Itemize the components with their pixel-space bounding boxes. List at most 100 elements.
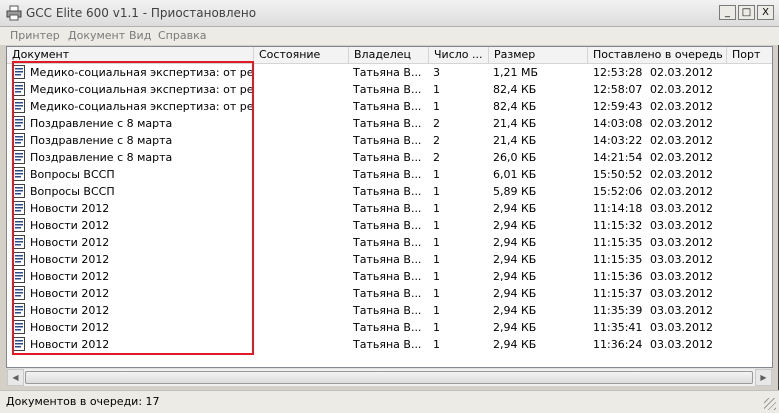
cell-owner: Татьяна В...	[353, 83, 422, 96]
cell-document: Новости 2012	[30, 287, 110, 300]
cell-document: Новости 2012	[30, 321, 110, 334]
cell-time: 11:15:36	[593, 270, 643, 283]
document-icon	[13, 218, 25, 232]
close-button[interactable]: X	[757, 5, 774, 20]
cell-date: 03.03.2012	[650, 287, 713, 300]
menu-bar: Принтер Документ Вид Справка	[0, 27, 779, 45]
table-row[interactable]: Вопросы ВССП Татьяна В... 1 6,01 КБ 15:50:52…	[7, 166, 772, 183]
cell-time: 14:03:08	[593, 117, 643, 130]
cell-size: 21,4 КБ	[493, 117, 537, 130]
table-row[interactable]: Медико-социальная экспертиза: от реф... Т…	[7, 81, 772, 98]
column-header-status[interactable]: Состояние	[254, 47, 349, 63]
cell-date: 02.03.2012	[650, 185, 713, 198]
table-row[interactable]: Новости 2012 Татьяна В... 1 2,94 КБ 11:15:32…	[7, 217, 772, 234]
table-row[interactable]: Поздравление с 8 марта Татьяна В... 2 26,0 …	[7, 149, 772, 166]
table-row[interactable]: Медико-социальная экспертиза: от реф... Т…	[7, 98, 772, 115]
menu-document[interactable]: Документ	[68, 27, 125, 45]
column-header-pages[interactable]: Число ...	[429, 47, 489, 63]
cell-pages: 1	[433, 253, 440, 266]
document-icon	[13, 337, 25, 351]
document-icon	[13, 269, 25, 283]
cell-status	[259, 251, 347, 268]
cell-date: 02.03.2012	[650, 66, 713, 79]
cell-owner: Татьяна В...	[353, 321, 422, 334]
column-header-port[interactable]: Порт	[727, 47, 772, 63]
resize-grip-icon[interactable]	[764, 398, 776, 410]
scrollbar-thumb[interactable]	[25, 371, 753, 384]
cell-owner: Татьяна В...	[353, 287, 422, 300]
scroll-right-arrow[interactable]: ▶	[755, 369, 772, 386]
table-row[interactable]: Новости 2012 Татьяна В... 1 2,94 КБ 11:14:18…	[7, 200, 772, 217]
maximize-button[interactable]: □	[738, 5, 755, 20]
cell-document: Новости 2012	[30, 202, 110, 215]
queue-count-text: Документов в очереди: 17	[6, 395, 160, 408]
menu-help[interactable]: Справка	[158, 27, 206, 45]
document-icon	[13, 320, 25, 334]
menu-printer[interactable]: Принтер	[10, 27, 60, 45]
cell-status	[259, 132, 347, 149]
cell-port	[731, 319, 772, 336]
cell-owner: Татьяна В...	[353, 151, 422, 164]
cell-time: 15:52:06	[593, 185, 643, 198]
cell-date: 02.03.2012	[650, 151, 713, 164]
cell-owner: Татьяна В...	[353, 338, 422, 351]
cell-owner: Татьяна В...	[353, 168, 422, 181]
column-header-submitted[interactable]: Поставлено в очередь	[588, 47, 727, 63]
cell-port	[731, 268, 772, 285]
menu-view[interactable]: Вид	[129, 27, 151, 45]
table-row[interactable]: Новости 2012 Татьяна В... 1 2,94 КБ 11:15:36…	[7, 268, 772, 285]
cell-size: 2,94 КБ	[493, 253, 537, 266]
cell-port	[731, 251, 772, 268]
printer-icon	[6, 5, 22, 21]
title-bar[interactable]: GCC Elite 600 v1.1 - Приостановлено _ □ …	[0, 0, 779, 27]
cell-pages: 2	[433, 151, 440, 164]
cell-date: 02.03.2012	[650, 134, 713, 147]
table-row[interactable]: Новости 2012 Татьяна В... 1 2,94 КБ 11:15:35…	[7, 234, 772, 251]
table-row[interactable]: Новости 2012 Татьяна В... 1 2,94 КБ 11:15:35…	[7, 251, 772, 268]
cell-status	[259, 319, 347, 336]
document-icon	[13, 286, 25, 300]
cell-pages: 1	[433, 185, 440, 198]
cell-port	[731, 183, 772, 200]
document-icon	[13, 99, 25, 113]
column-header-size[interactable]: Размер	[489, 47, 588, 63]
cell-size: 21,4 КБ	[493, 134, 537, 147]
cell-port	[731, 115, 772, 132]
print-queue-window: GCC Elite 600 v1.1 - Приостановлено _ □ …	[0, 0, 779, 413]
cell-time: 12:58:07	[593, 83, 643, 96]
cell-size: 2,94 КБ	[493, 219, 537, 232]
cell-status	[259, 302, 347, 319]
cell-status	[259, 336, 347, 353]
cell-pages: 1	[433, 236, 440, 249]
cell-status	[259, 149, 347, 166]
column-header-document[interactable]: Документ	[7, 47, 254, 63]
scroll-left-arrow[interactable]: ◀	[7, 369, 24, 386]
table-row[interactable]: Поздравление с 8 марта Татьяна В... 2 21,4 …	[7, 132, 772, 149]
table-row[interactable]: Вопросы ВССП Татьяна В... 1 5,89 КБ 15:52:06…	[7, 183, 772, 200]
table-row[interactable]: Новости 2012 Татьяна В... 1 2,94 КБ 11:35:39…	[7, 302, 772, 319]
cell-time: 11:15:32	[593, 219, 643, 232]
document-icon	[13, 201, 25, 215]
table-row[interactable]: Поздравление с 8 марта Татьяна В... 2 21,4 …	[7, 115, 772, 132]
column-header-owner[interactable]: Владелец	[349, 47, 429, 63]
cell-size: 2,94 КБ	[493, 287, 537, 300]
minimize-button[interactable]: _	[719, 5, 736, 20]
cell-pages: 1	[433, 338, 440, 351]
table-row[interactable]: Новости 2012 Татьяна В... 1 2,94 КБ 11:36:24…	[7, 336, 772, 353]
print-queue-list[interactable]: Документ Состояние Владелец Число ... Ра…	[6, 46, 773, 368]
cell-size: 2,94 КБ	[493, 270, 537, 283]
cell-owner: Татьяна В...	[353, 66, 422, 79]
cell-pages: 2	[433, 134, 440, 147]
document-icon	[13, 116, 25, 130]
status-bar: Документов в очереди: 17	[0, 390, 779, 413]
table-row[interactable]: Новости 2012 Татьяна В... 1 2,94 КБ 11:35:41…	[7, 319, 772, 336]
cell-time: 11:14:18	[593, 202, 643, 215]
cell-date: 02.03.2012	[650, 168, 713, 181]
horizontal-scrollbar[interactable]: ◀ ▶	[7, 368, 772, 386]
table-row[interactable]: Медико-социальная экспертиза: от реф... Т…	[7, 64, 772, 81]
cell-size: 2,94 КБ	[493, 304, 537, 317]
cell-time: 11:15:35	[593, 236, 643, 249]
cell-status	[259, 98, 347, 115]
cell-size: 5,89 КБ	[493, 185, 537, 198]
table-row[interactable]: Новости 2012 Татьяна В... 1 2,94 КБ 11:15:37…	[7, 285, 772, 302]
